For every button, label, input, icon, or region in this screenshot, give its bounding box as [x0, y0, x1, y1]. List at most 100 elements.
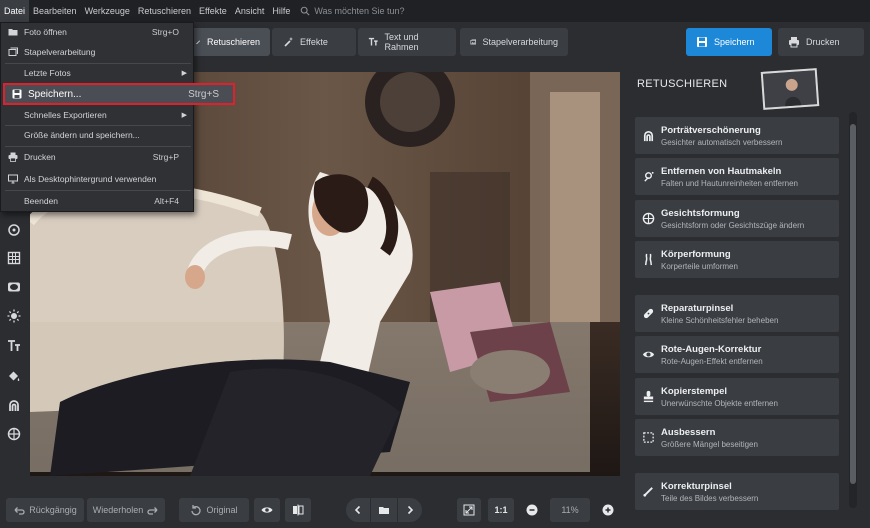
menu-item-quick-export[interactable]: Schnelles Exportieren ▶ [1, 106, 193, 124]
reset-icon [191, 505, 202, 516]
panel-scrollbar[interactable] [849, 112, 857, 508]
menu-search[interactable]: Was möchten Sie tun? [300, 6, 405, 16]
tool-grid[interactable] [4, 248, 24, 268]
menu-item-wallpaper[interactable]: Als Desktophintergrund verwenden [1, 170, 193, 188]
tool-light[interactable] [4, 306, 24, 326]
tool-vignette[interactable] [4, 277, 24, 297]
card-subtitle: Teile des Bildes verbessern [661, 493, 759, 503]
menu-item-open-label: Foto öffnen [24, 27, 67, 37]
menu-item-print-shortcut: Strg+P [152, 152, 179, 162]
folder-icon [8, 29, 18, 36]
card-body[interactable]: Körperformung Korperteile umformen [635, 241, 839, 278]
card-title: Gesichtsformung [661, 207, 740, 219]
card-subtitle: Korperteile umformen [661, 261, 738, 271]
chevron-right-icon [407, 505, 414, 515]
preview-button[interactable] [254, 498, 280, 522]
card-subtitle: Größere Mängel beseitigen [661, 439, 758, 449]
menu-hilfe[interactable]: Hilfe [268, 0, 294, 22]
menu-item-save[interactable]: Speichern... Strg+S [3, 83, 235, 105]
tool-face[interactable] [4, 424, 24, 444]
menu-bar: Datei Bearbeiten Werkzeuge Retuschieren … [0, 0, 870, 22]
card-title: Kopierstempel [661, 385, 727, 397]
menu-item-exit-label: Beenden [24, 196, 59, 206]
card-subtitle: Kleine Schönheitsfehler beheben [661, 315, 779, 325]
menu-datei[interactable]: Datei [0, 0, 30, 22]
menu-item-batch[interactable]: Stapelverarbeitung [1, 43, 193, 61]
card-adjustment-brush[interactable]: Korrekturpinsel Teile des Bildes verbesse… [635, 473, 839, 510]
menu-ansicht[interactable]: Ansicht [231, 0, 269, 22]
tool-fill[interactable] [4, 366, 24, 386]
tab-effects[interactable]: Effekte [272, 28, 356, 56]
card-subtitle: Gesichtsform oder Gesichtszüge ändern [661, 220, 805, 230]
tab-text-frames-label: Text und Rahmen [384, 32, 419, 52]
panel-thumbnail [760, 68, 820, 110]
chevron-left-icon [354, 505, 361, 515]
menu-item-exit[interactable]: Beenden Alt+F4 [1, 192, 193, 210]
fit-screen-icon [463, 504, 475, 516]
stamp-icon [643, 390, 653, 403]
card-patch[interactable]: Ausbessern Größere Mängel beseitigen [635, 419, 839, 456]
tool-portrait[interactable] [4, 395, 24, 415]
menu-item-print-label: Drucken [24, 152, 56, 162]
card-title: Körperformung [661, 248, 731, 260]
tab-batch-label: Stapelverarbeitung [482, 37, 558, 47]
card-title: Reparaturpinsel [661, 302, 734, 314]
redo-button[interactable]: Wiederholen [87, 498, 165, 522]
eye-icon [261, 507, 273, 513]
menu-separator [5, 146, 191, 147]
zoom-out-button[interactable] [520, 498, 544, 522]
card-clone-stamp[interactable]: Kopierstempel Unerwünschte Objekte entfer… [635, 378, 839, 415]
tab-batch[interactable]: Stapelverarbeitung [460, 28, 568, 56]
open-folder-button[interactable] [371, 498, 397, 522]
menu-bearbeiten[interactable]: Bearbeiten [29, 0, 81, 22]
file-menu-dropdown: Foto öffnen Strg+O Stapelverarbeitung Le… [0, 22, 235, 212]
print-button[interactable]: Drucken [778, 28, 864, 56]
tab-retouch-label: Retuschieren [206, 37, 260, 47]
save-button[interactable]: Speichern [686, 28, 772, 56]
eye-icon [642, 351, 654, 358]
card-healing-brush[interactable]: Reparaturpinsel Kleine Schönheitsfehler b… [635, 295, 839, 332]
brush-icon [196, 40, 200, 45]
card-subtitle: Falten und Hautunreinheiten entfernen [661, 178, 798, 188]
prev-image-button[interactable] [346, 498, 370, 522]
paint-bucket-icon [9, 371, 20, 381]
brush-icon [642, 487, 653, 497]
save-button-label: Speichern [714, 37, 755, 47]
tab-retouch[interactable]: Retuschieren [186, 28, 270, 56]
card-subtitle: Rote-Augen-Effekt entfernen [661, 356, 763, 366]
menu-item-resize-save[interactable]: Größe ändern und speichern... [1, 126, 193, 144]
search-placeholder: Was möchten Sie tun? [314, 6, 405, 16]
actual-size-button[interactable]: 1:1 [488, 498, 514, 522]
submenu-arrow-icon: ▶ [181, 70, 187, 77]
card-skin[interactable]: Entfernen von Hautmakeln Falten und Hautu… [635, 158, 839, 195]
next-image-button[interactable] [398, 498, 422, 522]
floppy-icon [12, 89, 22, 99]
menu-item-save-shortcut: Strg+S [188, 88, 219, 100]
tool-text[interactable] [4, 336, 24, 356]
undo-button[interactable]: Rückgängig [6, 498, 84, 522]
compare-button[interactable] [285, 498, 311, 522]
menu-item-print[interactable]: Drucken Strg+P [1, 148, 193, 166]
app-window: Datei Bearbeiten Werkzeuge Retuschieren … [0, 0, 870, 528]
panel-title: RETUSCHIEREN [637, 78, 728, 90]
plus-icon [602, 504, 614, 516]
tool-rotate[interactable] [4, 220, 24, 240]
menu-effekte[interactable]: Effekte [195, 0, 231, 22]
card-portrait[interactable]: Porträtverschönerung Gesichter automatisc… [635, 117, 839, 154]
fit-screen-button[interactable] [457, 498, 481, 522]
original-button[interactable]: Original [179, 498, 249, 522]
card-title: Ausbessern [661, 426, 716, 438]
menu-werkzeuge[interactable]: Werkzeuge [81, 0, 134, 22]
redo-label: Wiederholen [92, 505, 144, 515]
zoom-level[interactable]: 11% [550, 498, 590, 522]
thumbnail-image [762, 70, 818, 108]
face-shape-icon [7, 427, 21, 441]
scrollbar-thumb[interactable] [850, 124, 856, 484]
menu-retuschieren[interactable]: Retuschieren [134, 0, 195, 22]
menu-item-open[interactable]: Foto öffnen Strg+O [1, 23, 193, 41]
zoom-in-button[interactable] [596, 498, 620, 522]
menu-item-recent[interactable]: Letzte Fotos ▶ [1, 64, 193, 82]
tab-text-frames[interactable]: Text und Rahmen [358, 28, 456, 56]
card-red-eye[interactable]: Rote-Augen-Korrektur Rote-Augen-Effekt en… [635, 336, 839, 373]
card-face-shape[interactable]: Gesichtsformung Gesichtsform oder Gesicht… [635, 200, 839, 237]
